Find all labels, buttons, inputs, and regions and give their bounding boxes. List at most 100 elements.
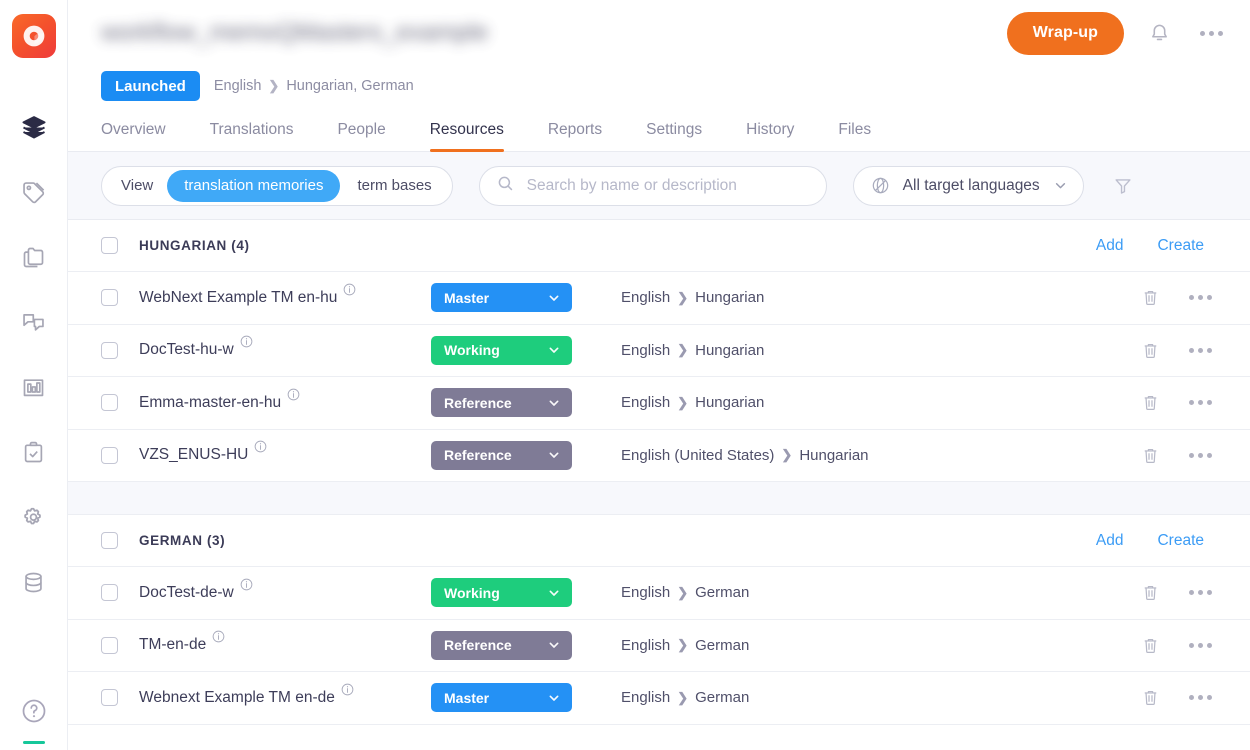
sidebar-item-messages[interactable] bbox=[11, 299, 57, 345]
sidebar-item-tags[interactable] bbox=[11, 169, 57, 215]
row-select-checkbox[interactable] bbox=[101, 394, 118, 412]
sidebar-item-database[interactable] bbox=[11, 559, 57, 605]
tab-label: People bbox=[337, 121, 386, 138]
row-select-checkbox[interactable] bbox=[101, 446, 118, 464]
status-dropdown[interactable]: Working bbox=[431, 578, 572, 608]
table-row[interactable]: DocTest-hu-w Working English ❯ Hungarian bbox=[68, 325, 1250, 377]
row-more-button[interactable] bbox=[1189, 642, 1212, 648]
chevron-right-icon: ❯ bbox=[677, 637, 689, 653]
view-option-translation-memories[interactable]: translation memories bbox=[167, 169, 341, 202]
trash-icon bbox=[1144, 638, 1157, 653]
tab-people[interactable]: People bbox=[315, 121, 407, 151]
resources-table: HUNGARIAN (4) Add Create WebNext Example TM… bbox=[68, 220, 1250, 750]
table-row[interactable]: DocTest-de-w Working English ❯ German bbox=[68, 567, 1250, 620]
info-circle-icon[interactable] bbox=[253, 439, 268, 459]
delete-row-button[interactable] bbox=[1140, 392, 1161, 413]
source-language: English bbox=[621, 584, 671, 602]
delete-row-button[interactable] bbox=[1140, 635, 1161, 656]
table-row[interactable]: Webnext Example TM en-de Master English ❯ Ge… bbox=[68, 672, 1250, 725]
sidebar-item-tasks[interactable] bbox=[11, 429, 57, 475]
row-select-checkbox[interactable] bbox=[101, 341, 118, 359]
resource-name[interactable]: VZS_ENUS-HU bbox=[139, 446, 248, 464]
target-language-filter[interactable]: All target languages bbox=[852, 165, 1084, 206]
resource-name[interactable]: WebNext Example TM en-hu bbox=[139, 289, 337, 307]
tab-resources[interactable]: Resources bbox=[408, 121, 526, 152]
help-button[interactable] bbox=[0, 696, 67, 726]
chevron-right-icon: ❯ bbox=[677, 394, 689, 410]
group-select-checkbox[interactable] bbox=[101, 532, 118, 549]
sidebar-item-files[interactable] bbox=[11, 234, 57, 280]
header-more-button[interactable] bbox=[1194, 16, 1228, 50]
table-row[interactable]: VZS_ENUS-HU Reference English (United Stat… bbox=[68, 430, 1250, 482]
info-circle-icon[interactable] bbox=[340, 682, 355, 702]
info-circle-icon[interactable] bbox=[342, 282, 357, 302]
resource-name[interactable]: Emma-master-en-hu bbox=[139, 394, 281, 412]
row-more-button[interactable] bbox=[1189, 590, 1212, 596]
resource-name[interactable]: Webnext Example TM en-de bbox=[139, 689, 335, 707]
notifications-button[interactable] bbox=[1142, 16, 1176, 50]
row-checkbox-cell bbox=[101, 446, 139, 464]
delete-row-button[interactable] bbox=[1140, 582, 1161, 603]
resource-status-cell: Working bbox=[431, 335, 621, 365]
resource-name[interactable]: DocTest-hu-w bbox=[139, 341, 234, 359]
sidebar-item-projects[interactable] bbox=[11, 104, 57, 150]
status-dropdown[interactable]: Master bbox=[431, 283, 572, 313]
info-circle-icon[interactable] bbox=[239, 334, 254, 354]
add-resource-link[interactable]: Add bbox=[1096, 532, 1124, 550]
language-pair-cell: English ❯ German bbox=[621, 584, 1101, 601]
status-badge[interactable]: Launched bbox=[101, 71, 200, 101]
info-circle-icon[interactable] bbox=[239, 577, 254, 597]
tab-files[interactable]: Files bbox=[816, 121, 893, 151]
info-circle-icon[interactable] bbox=[286, 387, 301, 407]
group-title: GERMAN (3) bbox=[139, 533, 226, 548]
search-input[interactable] bbox=[478, 165, 827, 206]
sidebar-item-settings[interactable] bbox=[11, 494, 57, 540]
row-more-button[interactable] bbox=[1189, 347, 1212, 353]
add-resource-link[interactable]: Add bbox=[1096, 237, 1124, 255]
resource-name[interactable]: DocTest-de-w bbox=[139, 584, 234, 602]
tab-label: Reports bbox=[547, 121, 603, 138]
view-option-term-bases[interactable]: term bases bbox=[340, 170, 448, 202]
delete-row-button[interactable] bbox=[1140, 287, 1161, 308]
group-select-checkbox[interactable] bbox=[101, 237, 118, 254]
table-row[interactable]: TM-en-de Reference English ❯ German bbox=[68, 620, 1250, 672]
delete-row-button[interactable] bbox=[1140, 687, 1161, 708]
create-resource-link[interactable]: Create bbox=[1157, 532, 1204, 550]
language-pair-cell: English ❯ Hungarian bbox=[621, 394, 1101, 411]
status-dropdown[interactable]: Reference bbox=[431, 440, 572, 470]
group-header-row: GERMAN (3) Add Create bbox=[68, 515, 1250, 567]
row-select-checkbox[interactable] bbox=[101, 289, 118, 307]
table-row[interactable]: Emma-master-en-hu Reference English ❯ Hungar… bbox=[68, 377, 1250, 430]
delete-row-button[interactable] bbox=[1140, 445, 1161, 466]
row-more-button[interactable] bbox=[1189, 400, 1212, 406]
row-select-checkbox[interactable] bbox=[101, 636, 118, 654]
trash-icon bbox=[1144, 343, 1157, 358]
wrap-up-button[interactable]: Wrap-up bbox=[1006, 11, 1124, 55]
sidebar-item-analytics[interactable] bbox=[11, 364, 57, 410]
group-title: HUNGARIAN (4) bbox=[139, 238, 250, 253]
tab-reports[interactable]: Reports bbox=[526, 121, 624, 151]
create-resource-link[interactable]: Create bbox=[1157, 237, 1204, 255]
advanced-filter-button[interactable] bbox=[1112, 175, 1134, 197]
delete-row-button[interactable] bbox=[1140, 340, 1161, 361]
status-dropdown[interactable]: Working bbox=[431, 335, 572, 365]
info-circle-icon[interactable] bbox=[211, 629, 226, 649]
tab-settings[interactable]: Settings bbox=[624, 121, 724, 151]
row-more-button[interactable] bbox=[1189, 295, 1212, 301]
resource-name-cell: DocTest-de-w bbox=[139, 578, 431, 602]
more-horizontal-icon bbox=[1189, 452, 1212, 458]
status-dropdown[interactable]: Master bbox=[431, 683, 572, 713]
resource-name[interactable]: TM-en-de bbox=[139, 636, 206, 654]
row-more-button[interactable] bbox=[1189, 695, 1212, 701]
row-more-button[interactable] bbox=[1189, 452, 1212, 458]
app-logo[interactable] bbox=[11, 14, 56, 58]
table-row[interactable]: WebNext Example TM en-hu Master English ❯ Hu… bbox=[68, 272, 1250, 325]
status-dropdown[interactable]: Reference bbox=[431, 630, 572, 660]
tab-history[interactable]: History bbox=[724, 121, 816, 151]
tab-overview[interactable]: Overview bbox=[101, 121, 188, 151]
tab-translations[interactable]: Translations bbox=[188, 121, 316, 151]
row-select-checkbox[interactable] bbox=[101, 584, 118, 602]
resource-name-cell: Emma-master-en-hu bbox=[139, 388, 431, 412]
status-dropdown[interactable]: Reference bbox=[431, 388, 572, 418]
row-select-checkbox[interactable] bbox=[101, 689, 118, 707]
